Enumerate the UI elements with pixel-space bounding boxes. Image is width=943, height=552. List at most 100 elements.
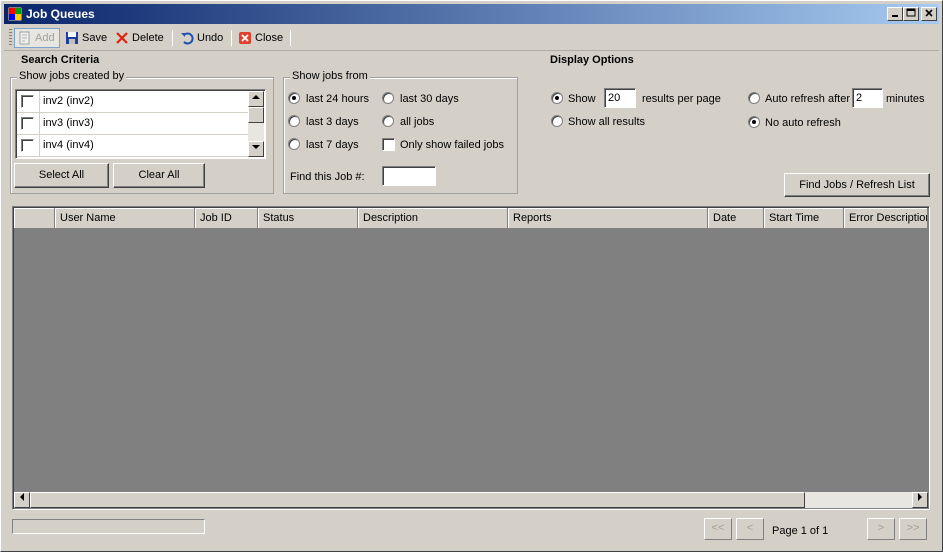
grid-header: User Name Job ID Status Description Repo… [14, 208, 928, 229]
scroll-down-button[interactable] [248, 141, 264, 157]
column-date[interactable]: Date [708, 208, 764, 229]
column-error-description[interactable]: Error Description [844, 208, 928, 229]
row-header-column[interactable] [14, 208, 55, 229]
maximize-icon [906, 8, 916, 17]
previous-page-button[interactable]: < [736, 518, 764, 540]
scroll-up-button[interactable] [248, 91, 264, 107]
last-30-days-radio[interactable] [382, 92, 394, 104]
close-window-button[interactable] [921, 7, 937, 21]
close-label: Close [255, 32, 284, 44]
column-start-time[interactable]: Start Time [764, 208, 844, 229]
scroll-left-button[interactable] [14, 492, 30, 508]
progress-bar [12, 519, 205, 534]
delete-label: Delete [132, 32, 164, 44]
display-options-title: Display Options [550, 54, 634, 66]
users-scrollbar[interactable] [248, 91, 264, 157]
job-queues-window: Job Queues Add Save Delete Undo Close Se… [0, 0, 943, 552]
list-item[interactable]: inv4 (inv4) [17, 135, 249, 157]
close-icon [925, 9, 933, 17]
show-label: Show [568, 93, 596, 105]
results-count-input[interactable] [604, 88, 636, 108]
delete-icon [115, 31, 129, 45]
users-listbox[interactable]: inv2 (inv2) inv3 (inv3) inv4 (inv4) [15, 89, 266, 159]
page-indicator: Page 1 of 1 [772, 525, 829, 537]
save-icon [65, 31, 79, 45]
scroll-thumb[interactable] [248, 107, 264, 123]
all-jobs-radio[interactable] [382, 115, 394, 127]
arrow-left-icon [20, 493, 24, 501]
arrow-right-icon [918, 493, 922, 501]
next-page-button[interactable]: > [867, 518, 895, 540]
column-user-name[interactable]: User Name [55, 208, 195, 229]
toolbar-grip[interactable] [9, 29, 12, 47]
delete-button[interactable]: Delete [112, 28, 167, 48]
clear-all-button[interactable]: Clear All [113, 163, 205, 188]
last-page-button[interactable]: >> [899, 518, 927, 540]
column-reports[interactable]: Reports [508, 208, 708, 229]
show-all-results-radio[interactable] [551, 115, 563, 127]
column-job-id[interactable]: Job ID [195, 208, 258, 229]
scroll-right-button[interactable] [912, 492, 928, 508]
undo-button[interactable]: Undo [177, 28, 226, 48]
horizontal-scroll-thumb[interactable] [30, 492, 805, 508]
jobs-from-legend: Show jobs from [290, 70, 370, 82]
maximize-button[interactable] [903, 7, 919, 21]
column-description[interactable]: Description [358, 208, 508, 229]
add-icon [18, 31, 32, 45]
user-checkbox[interactable] [21, 95, 34, 108]
auto-refresh-radio[interactable] [748, 92, 760, 104]
find-job-input[interactable] [382, 166, 436, 186]
minimize-icon [892, 15, 898, 17]
window-title: Job Queues [26, 7, 95, 21]
user-label: inv2 (inv2) [39, 91, 249, 112]
undo-label: Undo [197, 32, 224, 44]
find-job-label: Find this Job #: [290, 171, 365, 183]
select-all-button[interactable]: Select All [14, 163, 109, 188]
auto-refresh-label: Auto refresh after [765, 93, 850, 105]
undo-icon [180, 31, 194, 45]
last-7-days-radio[interactable] [288, 138, 300, 150]
title-bar[interactable]: Job Queues [4, 4, 939, 24]
show-all-results-label: Show all results [568, 116, 646, 128]
grid-horizontal-scrollbar[interactable] [14, 492, 928, 508]
arrow-down-icon [252, 145, 260, 149]
last-7-days-label: last 7 days [306, 139, 359, 151]
user-label: inv4 (inv4) [39, 135, 249, 156]
app-icon [8, 7, 22, 21]
last-24-hours-radio[interactable] [288, 92, 300, 104]
all-jobs-label: all jobs [400, 116, 435, 128]
find-jobs-refresh-button[interactable]: Find Jobs / Refresh List [784, 173, 930, 197]
user-checkbox[interactable] [21, 139, 34, 152]
add-button[interactable]: Add [14, 28, 60, 48]
column-status[interactable]: Status [258, 208, 358, 229]
save-button[interactable]: Save [62, 28, 110, 48]
toolbar-separator [290, 30, 291, 46]
first-page-button[interactable]: << [704, 518, 732, 540]
toolbar-separator [231, 30, 232, 46]
no-auto-refresh-label: No auto refresh [765, 117, 841, 129]
list-item[interactable]: inv3 (inv3) [17, 113, 249, 135]
search-criteria-title: Search Criteria [21, 54, 100, 66]
user-label: inv3 (inv3) [39, 113, 249, 134]
toolbar: Add Save Delete Undo Close [4, 25, 939, 51]
minimize-button[interactable] [887, 7, 903, 21]
close-doc-icon [238, 31, 252, 45]
only-failed-checkbox[interactable] [382, 138, 395, 151]
no-auto-refresh-radio[interactable] [748, 116, 760, 128]
list-item[interactable]: inv2 (inv2) [17, 91, 249, 113]
last-24-hours-label: last 24 hours [306, 93, 369, 105]
last-30-days-label: last 30 days [400, 93, 459, 105]
user-checkbox[interactable] [21, 117, 34, 130]
show-results-radio[interactable] [551, 92, 563, 104]
last-3-days-radio[interactable] [288, 115, 300, 127]
toolbar-separator [172, 30, 173, 46]
last-3-days-label: last 3 days [306, 116, 359, 128]
close-button[interactable]: Close [235, 28, 286, 48]
results-per-page-label: results per page [642, 93, 721, 105]
jobs-grid[interactable]: User Name Job ID Status Description Repo… [12, 206, 930, 510]
add-label: Add [35, 32, 55, 44]
save-label: Save [82, 32, 108, 44]
auto-refresh-minutes-input[interactable] [852, 88, 883, 108]
arrow-up-icon [252, 95, 260, 99]
minutes-label: minutes [886, 93, 925, 105]
